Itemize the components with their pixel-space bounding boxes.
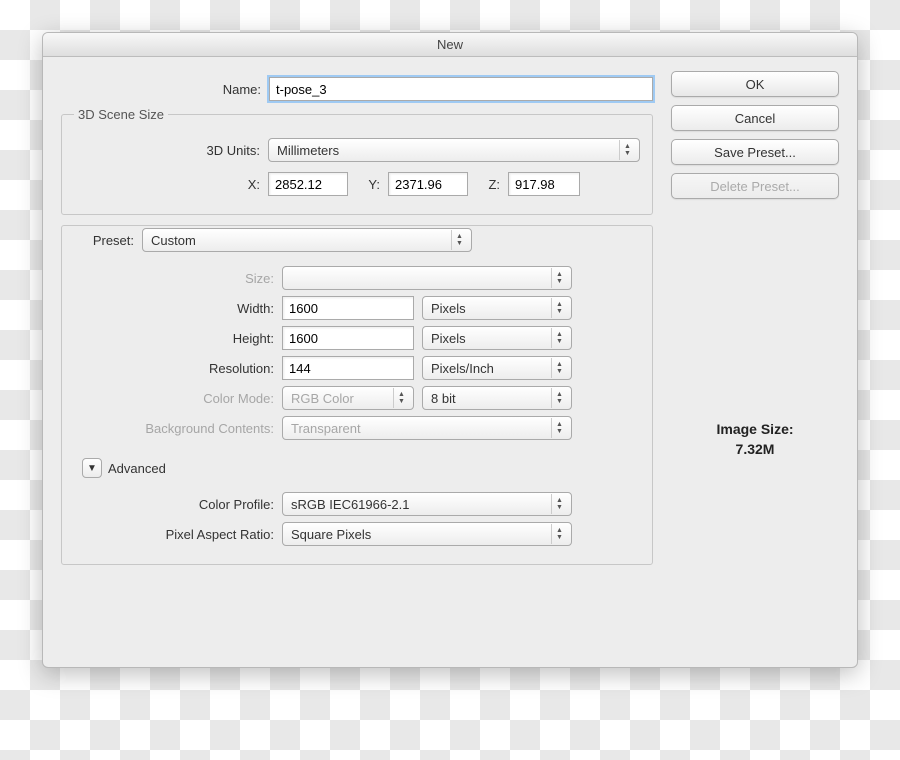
size-select: ▲▼ — [282, 266, 572, 290]
resolution-label: Resolution: — [74, 361, 274, 376]
scene-size-legend: 3D Scene Size — [74, 107, 168, 122]
color-depth-value: 8 bit — [431, 391, 456, 406]
y-input[interactable] — [388, 172, 468, 196]
preset-label: Preset: — [74, 233, 134, 248]
cancel-button[interactable]: Cancel — [671, 105, 839, 131]
size-label: Size: — [74, 271, 274, 286]
scene-size-group: 3D Scene Size 3D Units: Millimeters ▲▼ X… — [61, 107, 653, 215]
x-label: X: — [74, 177, 260, 192]
y-label: Y: — [356, 177, 380, 192]
height-label: Height: — [74, 331, 274, 346]
updown-icon: ▲▼ — [551, 358, 567, 378]
color-mode-value: RGB Color — [291, 391, 354, 406]
height-input[interactable] — [282, 326, 414, 350]
color-profile-select[interactable]: sRGB IEC61966-2.1 ▲▼ — [282, 492, 572, 516]
pixel-aspect-label: Pixel Aspect Ratio: — [74, 527, 274, 542]
z-input[interactable] — [508, 172, 580, 196]
advanced-label: Advanced — [108, 461, 166, 476]
image-size-label: Image Size: — [671, 421, 839, 437]
width-unit-select[interactable]: Pixels ▲▼ — [422, 296, 572, 320]
units-label: 3D Units: — [74, 143, 260, 158]
width-label: Width: — [74, 301, 274, 316]
advanced-disclosure[interactable]: ▼ — [82, 458, 102, 478]
color-depth-select[interactable]: 8 bit ▲▼ — [422, 386, 572, 410]
preset-group: Preset: Custom ▲▼ Size: ▲▼ Width: — [61, 225, 653, 565]
width-unit-value: Pixels — [431, 301, 466, 316]
image-size-value: 7.32M — [671, 441, 839, 457]
units-value: Millimeters — [277, 143, 339, 158]
new-document-dialog: New Name: 3D Scene Size 3D Units: Millim… — [42, 32, 858, 668]
updown-icon: ▲▼ — [551, 268, 567, 288]
color-profile-label: Color Profile: — [74, 497, 274, 512]
background-label: Background Contents: — [74, 421, 274, 436]
resolution-input[interactable] — [282, 356, 414, 380]
preset-select[interactable]: Custom ▲▼ — [142, 228, 472, 252]
updown-icon: ▲▼ — [619, 140, 635, 160]
pixel-aspect-value: Square Pixels — [291, 527, 371, 542]
updown-icon: ▲▼ — [551, 418, 567, 438]
updown-icon: ▲▼ — [551, 388, 567, 408]
resolution-unit-value: Pixels/Inch — [431, 361, 494, 376]
color-profile-value: sRGB IEC61966-2.1 — [291, 497, 410, 512]
width-input[interactable] — [282, 296, 414, 320]
resolution-unit-select[interactable]: Pixels/Inch ▲▼ — [422, 356, 572, 380]
updown-icon: ▲▼ — [393, 388, 409, 408]
updown-icon: ▲▼ — [451, 230, 467, 250]
x-input[interactable] — [268, 172, 348, 196]
background-value: Transparent — [291, 421, 361, 436]
image-size-readout: Image Size: 7.32M — [671, 417, 839, 461]
background-select: Transparent ▲▼ — [282, 416, 572, 440]
delete-preset-button: Delete Preset... — [671, 173, 839, 199]
z-label: Z: — [476, 177, 500, 192]
updown-icon: ▲▼ — [551, 494, 567, 514]
updown-icon: ▲▼ — [551, 524, 567, 544]
ok-button[interactable]: OK — [671, 71, 839, 97]
height-unit-value: Pixels — [431, 331, 466, 346]
save-preset-button[interactable]: Save Preset... — [671, 139, 839, 165]
updown-icon: ▲▼ — [551, 298, 567, 318]
name-input[interactable] — [269, 77, 653, 101]
dialog-title: New — [43, 33, 857, 57]
height-unit-select[interactable]: Pixels ▲▼ — [422, 326, 572, 350]
units-select[interactable]: Millimeters ▲▼ — [268, 138, 640, 162]
pixel-aspect-select[interactable]: Square Pixels ▲▼ — [282, 522, 572, 546]
preset-value: Custom — [151, 233, 196, 248]
name-label: Name: — [61, 82, 261, 97]
color-mode-label: Color Mode: — [74, 391, 274, 406]
updown-icon: ▲▼ — [551, 328, 567, 348]
color-mode-select: RGB Color ▲▼ — [282, 386, 414, 410]
